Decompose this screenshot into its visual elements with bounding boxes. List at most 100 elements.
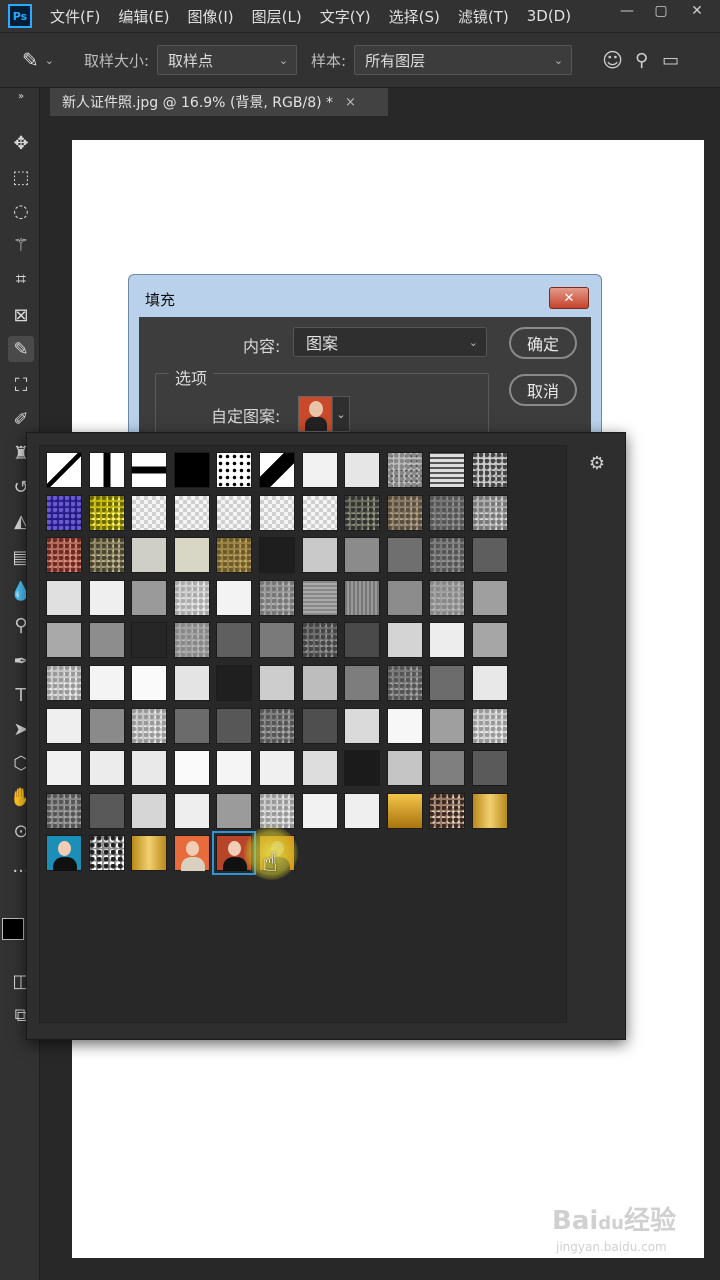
pattern-swatch[interactable] (386, 537, 423, 574)
pattern-swatch[interactable] (173, 452, 210, 488)
magic-wand-tool-icon[interactable]: ⚚ (8, 232, 34, 258)
pattern-swatch[interactable] (131, 792, 168, 829)
pattern-swatch[interactable] (429, 452, 466, 488)
pattern-swatch[interactable] (259, 750, 295, 787)
healing-brush-tool-icon[interactable]: ⛶ (8, 372, 34, 398)
pattern-swatch[interactable] (173, 792, 210, 829)
pattern-swatch[interactable] (429, 665, 466, 701)
pattern-swatch[interactable] (344, 579, 381, 616)
eyedropper-tool-icon[interactable]: ✎ (22, 48, 39, 72)
chevron-down-icon[interactable]: ⌄ (332, 396, 350, 432)
pattern-swatch[interactable] (344, 665, 381, 701)
pattern-swatch[interactable] (88, 707, 125, 744)
pattern-swatch[interactable] (344, 537, 381, 574)
pattern-swatch[interactable] (216, 622, 253, 659)
pattern-swatch[interactable] (131, 494, 168, 531)
panel-collapse-icon[interactable]: » (8, 90, 34, 102)
pattern-swatch[interactable] (301, 665, 338, 701)
menu-edit[interactable]: 编辑(E) (118, 6, 169, 27)
pattern-swatch[interactable] (301, 494, 338, 531)
pattern-swatch[interactable] (88, 750, 125, 787)
ok-button[interactable]: 确定 (509, 327, 577, 359)
pattern-swatch[interactable] (429, 537, 466, 574)
pattern-swatch[interactable] (131, 579, 168, 616)
pattern-swatch[interactable] (386, 622, 423, 659)
pattern-swatch[interactable] (259, 494, 295, 531)
pattern-swatch[interactable] (216, 665, 253, 701)
menu-3d[interactable]: 3D(D) (527, 7, 571, 25)
pattern-swatch[interactable] (259, 622, 295, 659)
pattern-swatch[interactable] (131, 537, 168, 574)
pattern-swatch[interactable] (386, 494, 423, 531)
pattern-swatch[interactable] (216, 707, 253, 744)
menu-filter[interactable]: 滤镜(T) (458, 6, 509, 27)
pattern-swatch[interactable] (301, 452, 338, 488)
close-tab-icon[interactable]: × (345, 95, 356, 110)
pattern-swatch[interactable] (173, 707, 210, 744)
pattern-swatch[interactable] (344, 707, 381, 744)
document-tab[interactable]: 新人证件照.jpg @ 16.9% (背景, RGB/8) * × (50, 88, 388, 116)
pattern-swatch[interactable] (46, 707, 82, 744)
pattern-swatch[interactable] (386, 750, 423, 787)
pattern-swatch[interactable] (88, 622, 125, 659)
dialog-close-button[interactable]: ✕ (549, 287, 589, 309)
pattern-swatch[interactable] (429, 792, 466, 829)
cancel-button[interactable]: 取消 (509, 374, 577, 406)
pattern-swatch[interactable] (88, 494, 125, 531)
maximize-icon[interactable]: ▢ (646, 0, 676, 22)
pattern-swatch[interactable] (131, 622, 168, 659)
pattern-swatch[interactable] (472, 622, 508, 659)
pattern-swatch[interactable] (88, 792, 125, 829)
pattern-swatch[interactable] (46, 792, 82, 829)
pattern-swatch[interactable] (46, 494, 82, 531)
pattern-swatch[interactable] (472, 665, 508, 701)
lasso-tool-icon[interactable]: ◌ (8, 198, 34, 224)
pattern-swatch[interactable] (216, 579, 253, 616)
pattern-swatch[interactable] (472, 579, 508, 616)
pattern-swatch[interactable] (259, 537, 295, 574)
pattern-swatch[interactable] (301, 707, 338, 744)
pattern-swatch[interactable] (173, 665, 210, 701)
pattern-swatch[interactable] (429, 494, 466, 531)
pattern-swatch[interactable] (216, 537, 253, 574)
pattern-swatch[interactable] (173, 622, 210, 659)
sample-layers-select[interactable]: 所有图层 ⌄ (354, 45, 573, 75)
pattern-swatch[interactable] (472, 494, 508, 531)
pattern-swatch[interactable] (131, 835, 168, 872)
pattern-swatch[interactable] (46, 665, 82, 701)
pattern-swatch[interactable] (173, 494, 210, 531)
pattern-swatch[interactable] (344, 494, 381, 531)
portrait-pattern-swatch[interactable] (46, 835, 82, 872)
brush-tool-icon[interactable]: ✐ (8, 406, 34, 432)
marquee-tool-icon[interactable]: ⬚ (8, 164, 34, 190)
pattern-swatch[interactable] (472, 750, 508, 787)
pattern-swatch[interactable] (131, 707, 168, 744)
pattern-swatch[interactable] (301, 537, 338, 574)
menu-file[interactable]: 文件(F) (50, 6, 100, 27)
crop-tool-icon[interactable]: ⌗ (8, 266, 34, 292)
sample-size-select[interactable]: 取样点 ⌄ (157, 45, 298, 75)
menu-layer[interactable]: 图层(L) (252, 6, 302, 27)
pattern-swatch[interactable] (301, 792, 338, 829)
pattern-swatch[interactable] (88, 665, 125, 701)
pattern-swatch[interactable] (472, 537, 508, 574)
pattern-swatch[interactable] (259, 452, 295, 488)
eyedropper-tool-icon[interactable]: ✎ (8, 336, 34, 362)
pattern-swatch[interactable] (472, 452, 508, 488)
frame-tool-icon[interactable]: ⊠ (8, 302, 34, 328)
move-tool-icon[interactable]: ✥ (8, 130, 34, 156)
minimize-icon[interactable]: — (612, 0, 642, 22)
pattern-swatch[interactable] (46, 452, 82, 488)
pattern-swatch[interactable] (216, 792, 253, 829)
pattern-swatch[interactable] (301, 622, 338, 659)
custom-pattern-dropdown[interactable]: ⌄ (298, 396, 350, 432)
pattern-swatch[interactable] (259, 792, 295, 829)
pattern-swatch[interactable] (88, 579, 125, 616)
pattern-swatch[interactable] (259, 707, 295, 744)
pattern-swatch[interactable] (472, 707, 508, 744)
pattern-swatch[interactable] (344, 792, 381, 829)
pattern-swatch[interactable] (386, 579, 423, 616)
pattern-swatch[interactable] (429, 622, 466, 659)
pattern-swatch[interactable] (46, 579, 82, 616)
pattern-swatch[interactable] (259, 579, 295, 616)
